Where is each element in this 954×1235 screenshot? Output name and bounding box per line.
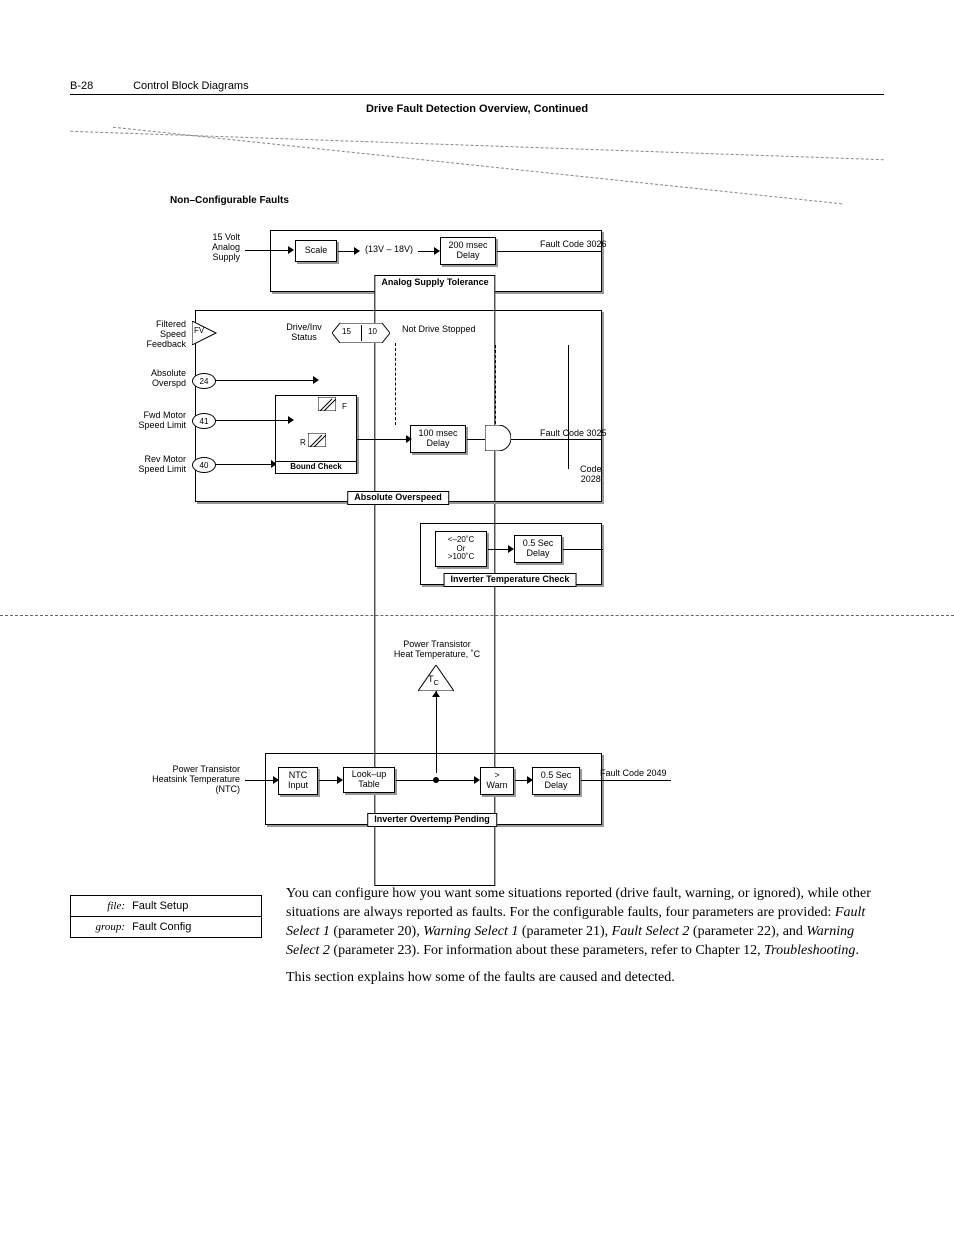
p40: 40 bbox=[192, 457, 216, 473]
range-label: (13V – 18V) bbox=[360, 245, 418, 255]
figure-title: Drive Fault Detection Overview, Continue… bbox=[70, 103, 884, 115]
r-label: R bbox=[300, 439, 306, 448]
bit15: 15 bbox=[342, 328, 351, 337]
fc3026: Fault Code 3026 bbox=[540, 240, 607, 250]
rev-label: Rev Motor Speed Limit bbox=[120, 455, 186, 475]
abs-overspeed-group-label: Absolute Overspeed bbox=[347, 491, 449, 505]
section-title: Control Block Diagrams bbox=[133, 80, 249, 92]
group-val: Fault Config bbox=[132, 921, 191, 933]
fsf-label: Filtered Speed Feedback bbox=[130, 320, 186, 350]
p24: 24 bbox=[192, 373, 216, 389]
analog-input-label: 15 Volt Analog Supply bbox=[180, 233, 240, 263]
invtemp-group-label: Inverter Temperature Check bbox=[444, 573, 577, 587]
lookup-box: Look–up Table bbox=[343, 767, 395, 793]
ntc-box: NTC Input bbox=[278, 767, 318, 795]
ntc-label: Power Transistor Heatsink Temperature (N… bbox=[130, 765, 240, 795]
scale-box: Scale bbox=[295, 240, 337, 262]
warn-box: > Warn bbox=[480, 767, 514, 795]
fc3025: Fault Code 3025 bbox=[540, 429, 607, 439]
nonconfig-heading: Non–Configurable Faults bbox=[170, 195, 289, 206]
p41: 41 bbox=[192, 413, 216, 429]
bit10: 10 bbox=[368, 328, 377, 337]
fc2049: Fault Code 2049 bbox=[600, 769, 667, 779]
file-group-box: file: Fault Setup group: Fault Config bbox=[70, 895, 262, 938]
overtemp-group-label: Inverter Overtemp Pending bbox=[367, 813, 497, 827]
temp-delay-box: 0.5 Sec Delay bbox=[514, 535, 562, 563]
temp-cond-box: <–20˚C Or >100˚C bbox=[435, 531, 487, 567]
code2028: Code 2028 bbox=[580, 465, 602, 485]
bound-check-label: Bound Check bbox=[275, 461, 357, 474]
page-number: B-28 bbox=[70, 80, 130, 92]
group-key: group: bbox=[79, 921, 125, 933]
abs-label: Absolute Overspd bbox=[130, 369, 186, 389]
file-key: file: bbox=[79, 900, 125, 912]
fwd-label: Fwd Motor Speed Limit bbox=[120, 411, 186, 431]
fv-label: FV bbox=[194, 327, 204, 336]
heat-temp-label: Power Transistor Heat Temperature, ˚C bbox=[372, 640, 502, 660]
file-val: Fault Setup bbox=[132, 900, 188, 912]
body-p1: You can configure how you want some situ… bbox=[286, 885, 884, 961]
not-stopped-label: Not Drive Stopped bbox=[402, 325, 476, 335]
os-delay-box: 100 msec Delay bbox=[410, 425, 466, 453]
tc-label: TC bbox=[428, 675, 439, 687]
pend-delay-box: 0.5 Sec Delay bbox=[532, 767, 580, 795]
diagram: Non–Configurable Faults Analog Supply To… bbox=[70, 135, 884, 885]
f-label: F bbox=[342, 403, 347, 412]
drive-status-label: Drive/Inv Status bbox=[280, 323, 328, 343]
analog-delay-box: 200 msec Delay bbox=[440, 237, 496, 265]
body-p2: This section explains how some of the fa… bbox=[286, 969, 884, 988]
